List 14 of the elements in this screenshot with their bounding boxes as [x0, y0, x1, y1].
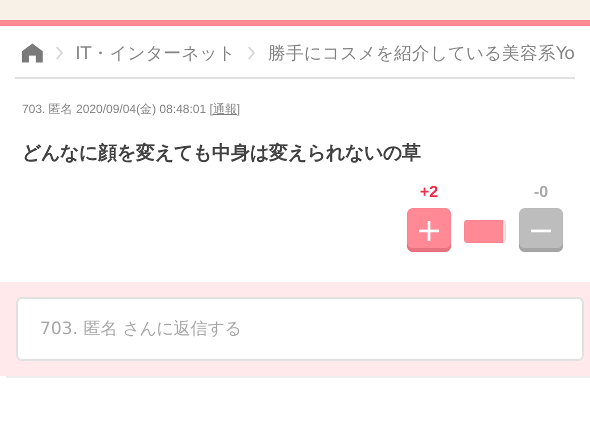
report-link[interactable]: [通報]	[209, 102, 240, 116]
chevron-icon	[54, 44, 64, 62]
breadcrumb-link[interactable]: IT・インターネット	[75, 40, 236, 64]
chevron-icon	[247, 44, 256, 62]
minus-count: -0	[534, 184, 548, 202]
post-meta: 703. 匿名 2020/09/04(金) 08:48:01	[22, 102, 206, 116]
post-body: どんなに顔を変えても中身は変えられないの草	[22, 141, 422, 166]
breadcrumb-link[interactable]: 勝手にコスメを紹介している美容系Yo	[268, 40, 575, 64]
plus-button[interactable]: +	[407, 208, 451, 252]
home-icon[interactable]	[22, 42, 43, 64]
plus-count: +2	[420, 184, 438, 202]
vote-ratio-bar	[464, 220, 506, 243]
reply-field[interactable]: 703. 匿名 さんに返信する	[16, 297, 584, 361]
minus-button[interactable]: −	[519, 208, 563, 252]
